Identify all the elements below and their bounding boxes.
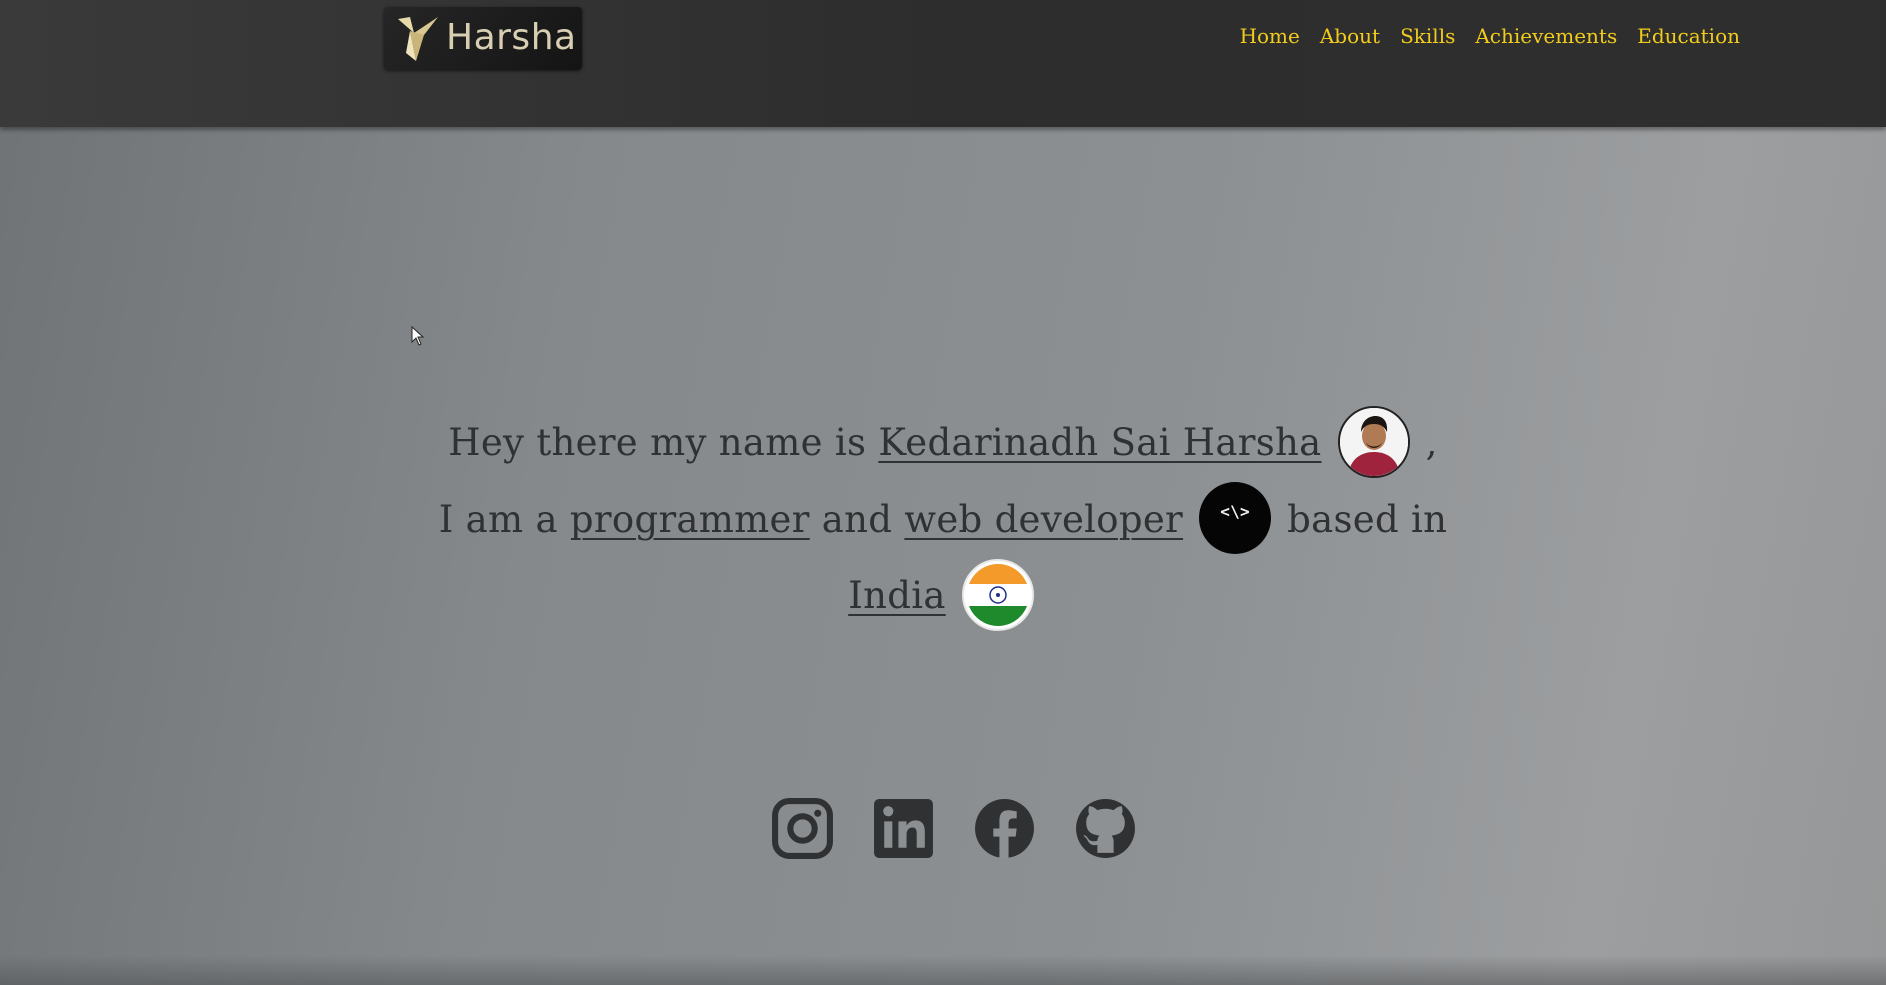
hero-text: based in (1275, 497, 1448, 541)
bottom-shadow (0, 955, 1886, 985)
code-badge: <\> (1199, 482, 1272, 554)
hero-line-2: I am a programmer and web developer <\> … (0, 482, 1886, 559)
facebook-icon[interactable] (972, 796, 1037, 861)
hero-text: Hey there my name is (448, 421, 879, 464)
nav-skills[interactable]: Skills (1400, 24, 1455, 48)
india-flag (961, 558, 1034, 631)
linkedin-icon[interactable] (871, 796, 936, 861)
hero-line-1: Hey there my name is Kedarinadh Sai Hars… (0, 405, 1886, 482)
hero-text: I am a (438, 497, 570, 541)
hero-line-3: India (0, 558, 1886, 635)
hero-text: and (809, 497, 905, 541)
person-avatar-icon (1339, 407, 1408, 476)
india-link[interactable]: India (848, 574, 946, 617)
main-nav: Home About Skills Achievements Education (1240, 24, 1740, 48)
programmer-link[interactable]: programmer (570, 498, 810, 541)
hero-text: , (1413, 421, 1438, 464)
hero-intro: Hey there my name is Kedarinadh Sai Hars… (0, 405, 1886, 635)
nav-home[interactable]: Home (1240, 24, 1300, 48)
github-icon[interactable] (1073, 796, 1138, 861)
logo[interactable]: Harsha (384, 7, 582, 70)
bird-logo-icon (398, 17, 438, 61)
logo-text: Harsha (446, 17, 577, 58)
nav-about[interactable]: About (1320, 24, 1380, 48)
top-navbar: Harsha Home About Skills Achievements Ed… (0, 0, 1886, 127)
instagram-icon[interactable] (770, 796, 835, 861)
mouse-cursor-icon (411, 326, 425, 346)
nav-achievements[interactable]: Achievements (1475, 24, 1617, 48)
india-flag-icon (966, 563, 1029, 626)
name-link[interactable]: Kedarinadh Sai Harsha (878, 421, 1321, 464)
profile-avatar (1337, 405, 1410, 478)
web-developer-link[interactable]: web developer (904, 498, 1183, 541)
nav-education[interactable]: Education (1637, 24, 1740, 48)
social-links (770, 796, 1138, 861)
